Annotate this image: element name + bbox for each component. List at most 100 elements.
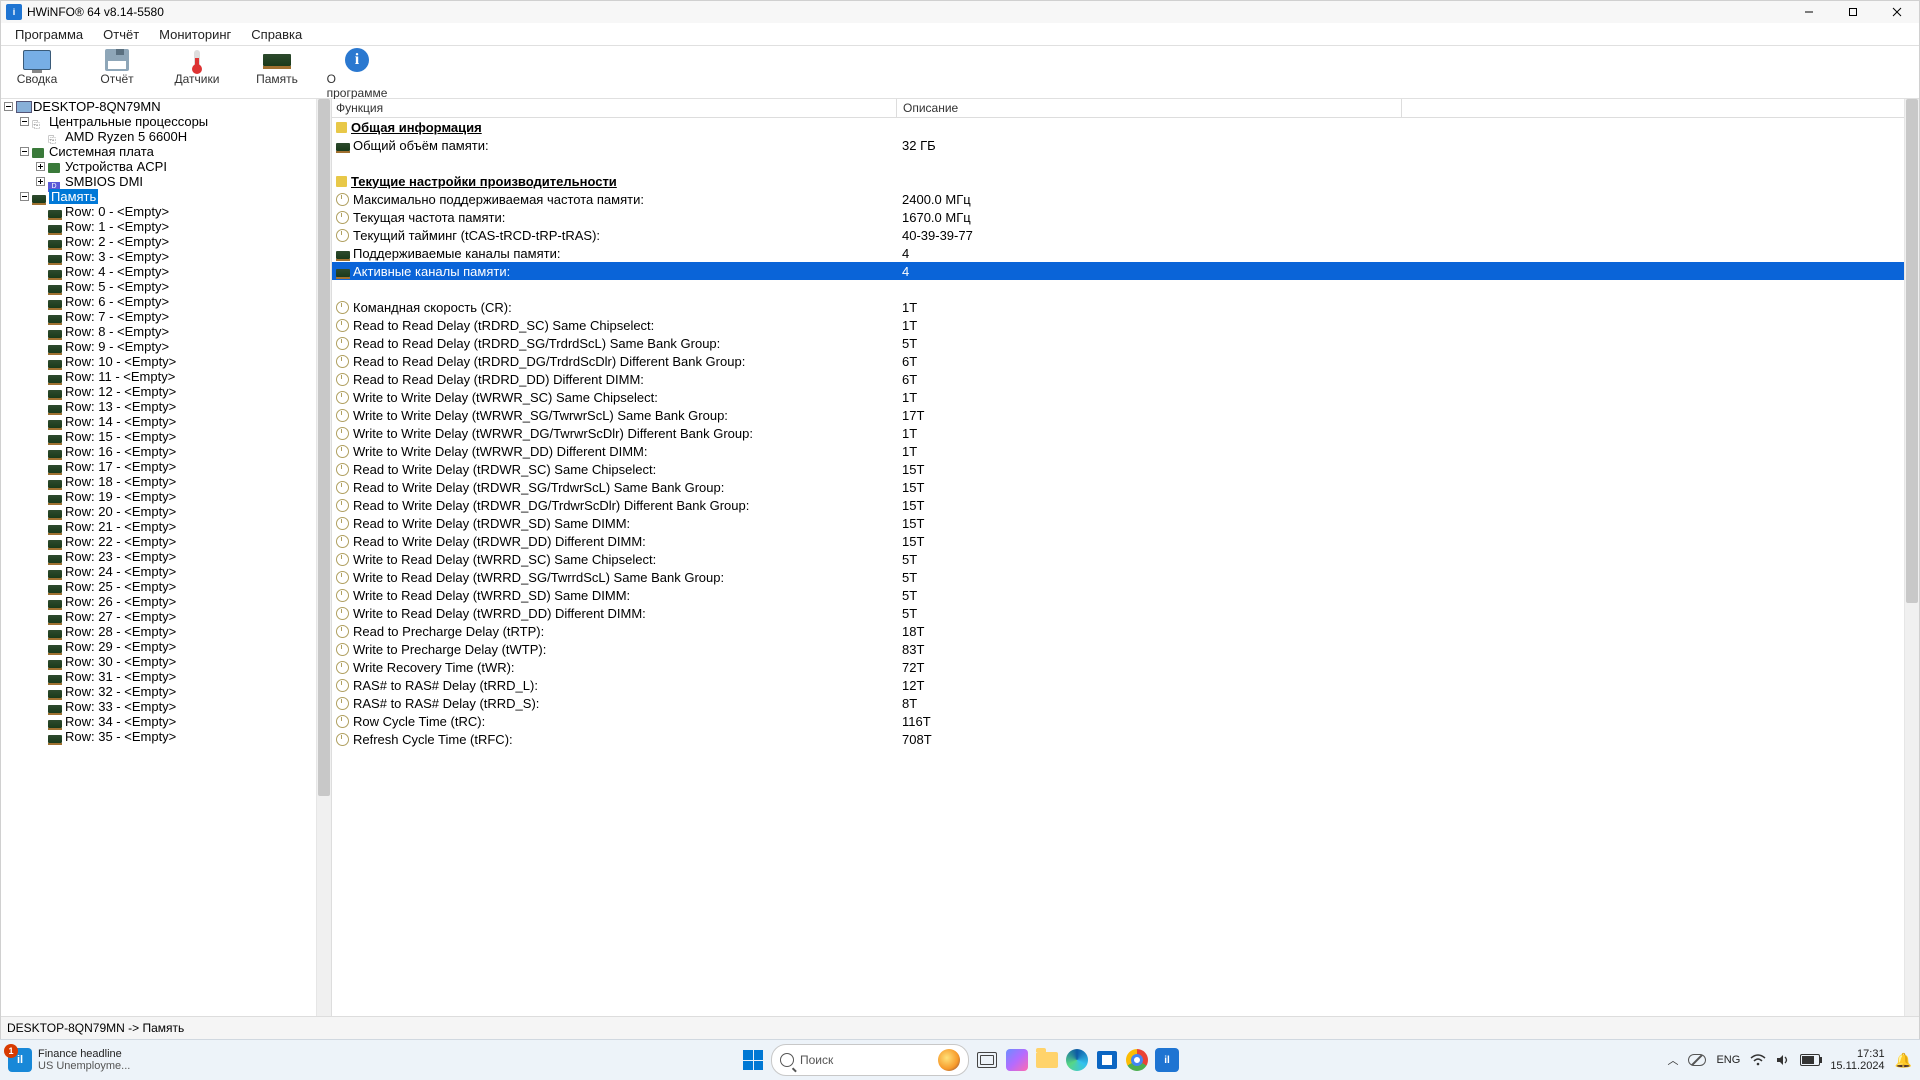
prop-row[interactable]: Read to Write Delay (tRDWR_SC) Same Chip…: [332, 460, 1905, 478]
tree-memory-row[interactable]: Row: 28 - <Empty>: [1, 624, 317, 639]
tree-memory-row[interactable]: Row: 6 - <Empty>: [1, 294, 317, 309]
hwinfo-taskbar-button[interactable]: il: [1155, 1048, 1179, 1072]
prop-row[interactable]: Write to Precharge Delay (tWTP):83T: [332, 640, 1905, 658]
tree-memory-row[interactable]: Row: 13 - <Empty>: [1, 399, 317, 414]
prop-row[interactable]: Write to Read Delay (tWRRD_SC) Same Chip…: [332, 550, 1905, 568]
tree-memory-row[interactable]: Row: 0 - <Empty>: [1, 204, 317, 219]
menu-отчёт[interactable]: Отчёт: [93, 25, 149, 44]
prop-row[interactable]: Write to Write Delay (tWRWR_DD) Differen…: [332, 442, 1905, 460]
prop-row[interactable]: Текущая частота памяти:1670.0 МГц: [332, 208, 1905, 226]
prop-row[interactable]: Read to Read Delay (tRDRD_DG/TrdrdScDlr)…: [332, 352, 1905, 370]
prop-row[interactable]: Read to Precharge Delay (tRTP):18T: [332, 622, 1905, 640]
taskbar-search[interactable]: Поиск: [771, 1044, 969, 1076]
tree-memory-row[interactable]: Row: 15 - <Empty>: [1, 429, 317, 444]
chrome-button[interactable]: [1125, 1048, 1149, 1072]
tree-memory-row[interactable]: Row: 29 - <Empty>: [1, 639, 317, 654]
prop-row[interactable]: Write Recovery Time (tWR):72T: [332, 658, 1905, 676]
prop-row[interactable]: Refresh Cycle Time (tRFC):708T: [332, 730, 1905, 748]
tree-memory-row[interactable]: Row: 35 - <Empty>: [1, 729, 317, 744]
tree-memory-row[interactable]: Row: 18 - <Empty>: [1, 474, 317, 489]
prop-row[interactable]: Максимально поддерживаемая частота памят…: [332, 190, 1905, 208]
tree-memory[interactable]: Память: [1, 189, 317, 204]
col-function[interactable]: Функция: [332, 99, 897, 117]
tree-root[interactable]: DESKTOP-8QN79MN: [1, 99, 317, 114]
detail-scrollbar[interactable]: [1904, 99, 1919, 1016]
prop-row[interactable]: Read to Read Delay (tRDRD_SG/TrdrdScL) S…: [332, 334, 1905, 352]
tool-about[interactable]: iО программе: [329, 48, 385, 100]
tree-memory-row[interactable]: Row: 5 - <Empty>: [1, 279, 317, 294]
menu-справка[interactable]: Справка: [241, 25, 312, 44]
tool-sensors[interactable]: Датчики: [169, 48, 225, 86]
tree-memory-row[interactable]: Row: 8 - <Empty>: [1, 324, 317, 339]
tree-cpu[interactable]: ⎘AMD Ryzen 5 6600H: [1, 129, 317, 144]
prop-row[interactable]: Общий объём памяти:32 ГБ: [332, 136, 1905, 154]
tree-memory-row[interactable]: Row: 2 - <Empty>: [1, 234, 317, 249]
tree-memory-row[interactable]: Row: 7 - <Empty>: [1, 309, 317, 324]
tree-memory-row[interactable]: Row: 1 - <Empty>: [1, 219, 317, 234]
tree-memory-row[interactable]: Row: 11 - <Empty>: [1, 369, 317, 384]
tree-memory-row[interactable]: Row: 9 - <Empty>: [1, 339, 317, 354]
tree-memory-row[interactable]: Row: 3 - <Empty>: [1, 249, 317, 264]
prop-row[interactable]: Командная скорость (CR):1T: [332, 298, 1905, 316]
tree-memory-row[interactable]: Row: 25 - <Empty>: [1, 579, 317, 594]
section-header[interactable]: Общая информация: [332, 118, 1905, 136]
tree-memory-row[interactable]: Row: 27 - <Empty>: [1, 609, 317, 624]
store-button[interactable]: [1095, 1048, 1119, 1072]
tree-memory-row[interactable]: Row: 22 - <Empty>: [1, 534, 317, 549]
minimize-button[interactable]: [1787, 1, 1831, 23]
tree-memory-row[interactable]: Row: 4 - <Empty>: [1, 264, 317, 279]
start-button[interactable]: [741, 1048, 765, 1072]
prop-row[interactable]: Read to Read Delay (tRDRD_SC) Same Chips…: [332, 316, 1905, 334]
prop-row[interactable]: Write to Read Delay (tWRRD_DD) Different…: [332, 604, 1905, 622]
notifications-button[interactable]: 🔔: [1895, 1052, 1912, 1069]
prop-row[interactable]: Write to Write Delay (tWRWR_SG/TwrwrScL)…: [332, 406, 1905, 424]
tree-memory-row[interactable]: Row: 10 - <Empty>: [1, 354, 317, 369]
tree-memory-row[interactable]: Row: 23 - <Empty>: [1, 549, 317, 564]
tree-memory-row[interactable]: Row: 30 - <Empty>: [1, 654, 317, 669]
prop-row[interactable]: Row Cycle Time (tRC):116T: [332, 712, 1905, 730]
prop-row[interactable]: Read to Write Delay (tRDWR_DD) Different…: [332, 532, 1905, 550]
prop-row[interactable]: Read to Write Delay (tRDWR_SG/TrdwrScL) …: [332, 478, 1905, 496]
tree-scrollbar[interactable]: [316, 99, 331, 1016]
prop-row[interactable]: Поддерживаемые каналы памяти:4: [332, 244, 1905, 262]
prop-row[interactable]: Read to Write Delay (tRDWR_SD) Same DIMM…: [332, 514, 1905, 532]
widgets-button[interactable]: il1 Finance headline US Unemployme...: [0, 1048, 130, 1072]
prop-row[interactable]: Read to Read Delay (tRDRD_DD) Different …: [332, 370, 1905, 388]
maximize-button[interactable]: [1831, 1, 1875, 23]
tree-memory-row[interactable]: Row: 12 - <Empty>: [1, 384, 317, 399]
tree-memory-row[interactable]: Row: 33 - <Empty>: [1, 699, 317, 714]
col-description[interactable]: Описание: [897, 99, 1402, 117]
tool-summary[interactable]: Сводка: [9, 48, 65, 86]
battery-icon[interactable]: [1800, 1054, 1820, 1066]
menu-программа[interactable]: Программа: [5, 25, 93, 44]
tree-cpu-group[interactable]: ⎘Центральные процессоры: [1, 114, 317, 129]
prop-row[interactable]: Активные каналы памяти:4: [332, 262, 1905, 280]
tree-memory-row[interactable]: Row: 24 - <Empty>: [1, 564, 317, 579]
clock-button[interactable]: 17:31 15.11.2024: [1830, 1048, 1884, 1072]
wifi-icon[interactable]: [1750, 1054, 1766, 1066]
tree-memory-row[interactable]: Row: 20 - <Empty>: [1, 504, 317, 519]
prop-row[interactable]: Write to Write Delay (tWRWR_SC) Same Chi…: [332, 388, 1905, 406]
explorer-button[interactable]: [1035, 1048, 1059, 1072]
tree-memory-row[interactable]: Row: 19 - <Empty>: [1, 489, 317, 504]
volume-icon[interactable]: [1776, 1054, 1790, 1066]
tool-report[interactable]: Отчёт: [89, 48, 145, 86]
tray-overflow-button[interactable]: ︿: [1667, 1052, 1678, 1068]
edge-button[interactable]: [1065, 1048, 1089, 1072]
tree-memory-row[interactable]: Row: 34 - <Empty>: [1, 714, 317, 729]
tree-memory-row[interactable]: Row: 26 - <Empty>: [1, 594, 317, 609]
language-indicator[interactable]: ENG: [1716, 1054, 1740, 1066]
copilot-button[interactable]: [1005, 1048, 1029, 1072]
close-button[interactable]: [1875, 1, 1919, 23]
section-header[interactable]: Текущие настройки производительности: [332, 172, 1905, 190]
tree-memory-row[interactable]: Row: 31 - <Empty>: [1, 669, 317, 684]
task-view-button[interactable]: [975, 1048, 999, 1072]
tree-memory-row[interactable]: Row: 14 - <Empty>: [1, 414, 317, 429]
prop-row[interactable]: Write to Read Delay (tWRRD_SG/TwrrdScL) …: [332, 568, 1905, 586]
tree-memory-row[interactable]: Row: 17 - <Empty>: [1, 459, 317, 474]
tree-motherboard[interactable]: Системная плата: [1, 144, 317, 159]
prop-row[interactable]: Write to Read Delay (tWRRD_SD) Same DIMM…: [332, 586, 1905, 604]
prop-row[interactable]: RAS# to RAS# Delay (tRRD_L):12T: [332, 676, 1905, 694]
menu-мониторинг[interactable]: Мониторинг: [149, 25, 241, 44]
tree-smbios[interactable]: DSMBIOS DMI: [1, 174, 317, 189]
